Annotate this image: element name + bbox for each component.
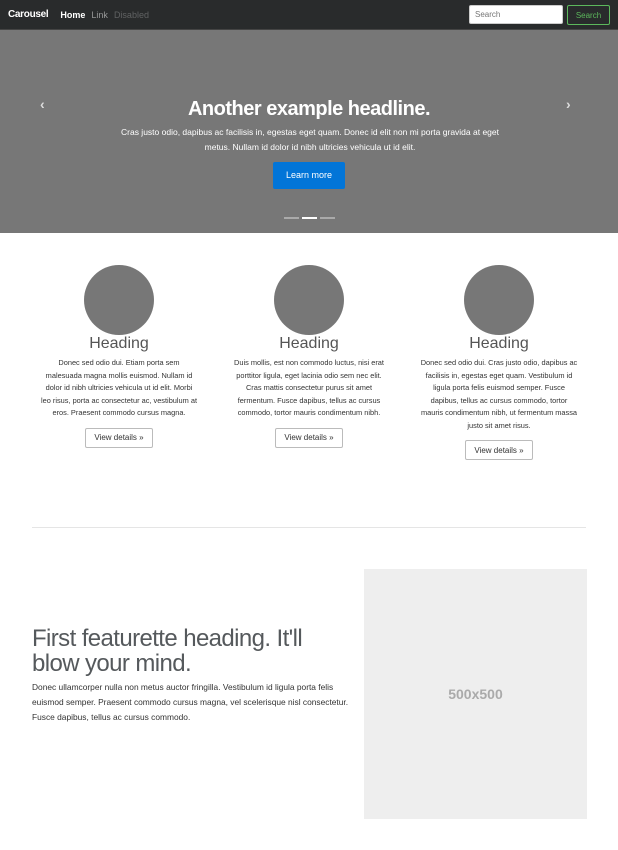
nav-link-disabled: Disabled bbox=[113, 9, 149, 20]
column-text: Duis mollis, est non commodo luctus, nis… bbox=[234, 358, 384, 417]
divider bbox=[32, 527, 586, 528]
column-text: Donec sed odio dui. Etiam porta sem male… bbox=[40, 358, 198, 417]
image-size-label: 500x500 bbox=[448, 686, 503, 702]
featurette: First featurette heading. It'll blow you… bbox=[32, 626, 352, 725]
carousel-indicator[interactable] bbox=[320, 217, 335, 219]
search-input[interactable] bbox=[469, 5, 563, 24]
brand-link[interactable]: Carousel bbox=[8, 9, 49, 20]
featurette-text: Donec ullamcorper nulla non metus auctor… bbox=[32, 682, 349, 722]
marketing-column: Heading Donec sed odio dui. Etiam porta … bbox=[34, 265, 204, 448]
view-details-button[interactable]: View details » bbox=[275, 427, 343, 448]
nav-link-home[interactable]: Home bbox=[60, 10, 85, 20]
view-details-button[interactable]: View details » bbox=[465, 440, 533, 460]
carousel-indicator[interactable] bbox=[284, 217, 299, 219]
nav-link-link[interactable]: Link bbox=[91, 10, 108, 20]
navbar: Carousel Home Link Disabled Search bbox=[0, 0, 618, 30]
view-details-button[interactable]: View details » bbox=[85, 427, 153, 448]
marketing-column: Heading Duis mollis, est non commodo luc… bbox=[224, 265, 394, 448]
column-heading: Heading bbox=[279, 335, 339, 352]
column-text: Donec sed odio dui. Cras justo odio, dap… bbox=[420, 358, 578, 430]
featurette-image-placeholder: 500x500 bbox=[364, 569, 587, 819]
search-button[interactable]: Search bbox=[567, 5, 610, 25]
placeholder-circle bbox=[274, 265, 344, 335]
column-heading: Heading bbox=[469, 335, 529, 352]
featurette-heading: First featurette heading. It'll blow you… bbox=[32, 625, 303, 677]
column-heading: Heading bbox=[89, 335, 149, 352]
carousel-headline: Another example headline. bbox=[187, 98, 431, 120]
carousel-text: Cras justo odio, dapibus ac facilisis in… bbox=[121, 127, 499, 152]
carousel-indicator-active[interactable] bbox=[302, 217, 317, 219]
carousel: ‹ › Another example headline. Cras justo… bbox=[0, 30, 618, 233]
marketing-column: Heading Donec sed odio dui. Cras justo o… bbox=[414, 265, 584, 460]
placeholder-circle bbox=[84, 265, 154, 335]
learn-more-button[interactable]: Learn more bbox=[273, 162, 345, 189]
placeholder-circle bbox=[464, 265, 534, 335]
